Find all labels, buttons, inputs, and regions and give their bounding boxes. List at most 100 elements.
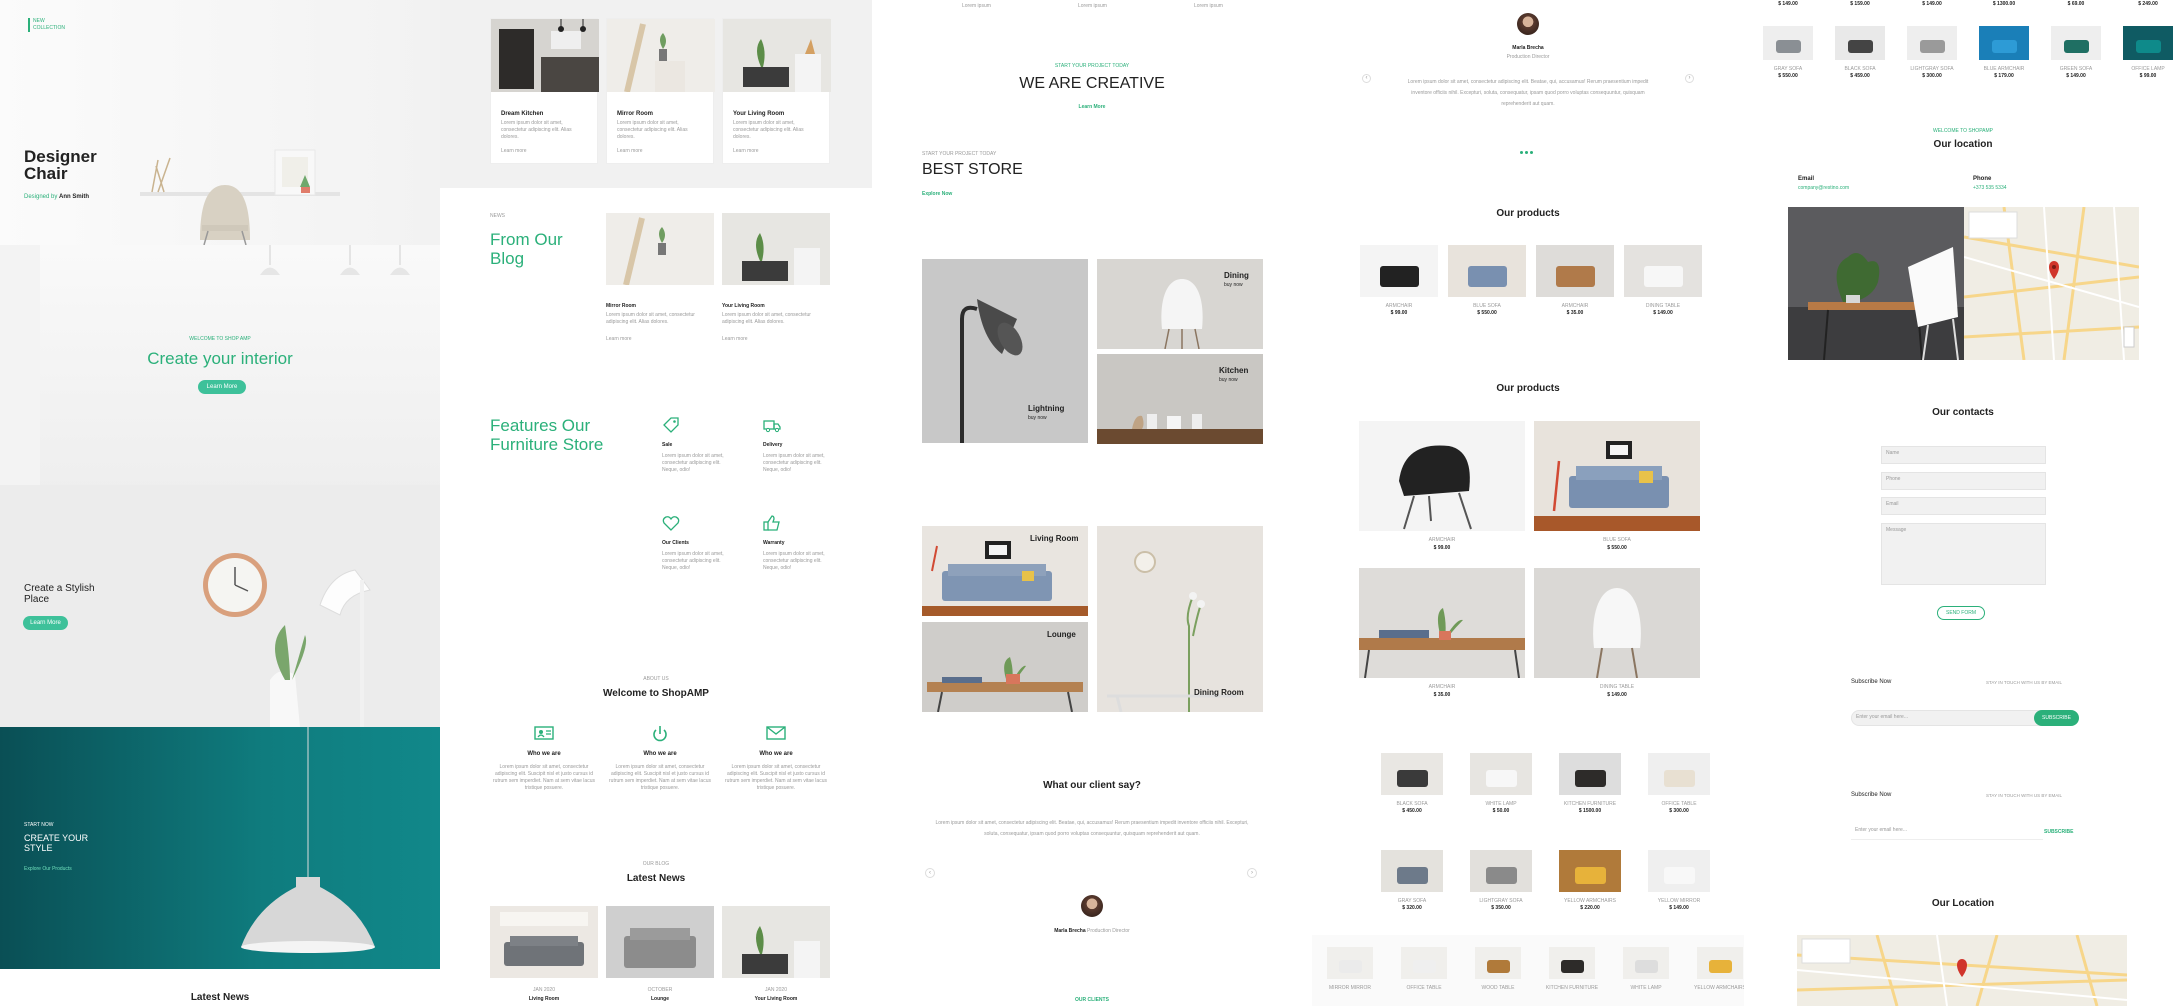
product-card[interactable]: KITCHEN FURNITURE $ 1500.00 — [1552, 753, 1628, 815]
product-card[interactable]: BLUE SOFA $ 550.00 — [1447, 245, 1527, 317]
card-link[interactable]: Learn more — [617, 148, 643, 155]
explore-products-link[interactable]: Explore Our Products — [24, 866, 72, 873]
creative-link[interactable]: Learn More — [872, 104, 1312, 111]
phone-value[interactable]: +373 535 5334 — [1973, 185, 2007, 192]
tile-kitchen[interactable]: Kitchen buy now — [1097, 354, 1263, 444]
store-link[interactable]: Explore Now — [922, 191, 952, 198]
product-card[interactable]: DINING TABLE $ 149.00 — [1623, 245, 1703, 317]
subscribe-button-1[interactable]: SUBSCRIBE — [2034, 710, 2079, 726]
product-price: $ 149.00 — [2066, 73, 2086, 79]
blog-image-2[interactable] — [722, 213, 830, 285]
news-image-3[interactable] — [722, 906, 830, 978]
card-title: Mirror Room — [617, 111, 653, 117]
card-link[interactable]: Learn more — [733, 148, 759, 155]
hero-subtitle-name[interactable]: Ann Smith — [59, 194, 89, 200]
product-card[interactable]: OFFICE TABLE $ 300.00 — [1641, 753, 1717, 815]
tile-living-room[interactable]: Living Room — [922, 526, 1088, 616]
product-card[interactable]: LIGHTGRAY SOFA $ 300.00 — [1900, 26, 1964, 80]
product-card[interactable]: OFFICE TABLE — [1392, 947, 1456, 992]
product-card[interactable]: YELLOW ARMCHAIRS — [1688, 947, 1744, 992]
top-link[interactable]: Lorem ipsum — [1194, 3, 1223, 10]
subscribe-input-2[interactable]: Enter your email here... — [1851, 824, 2043, 840]
tile-dining[interactable]: Dining buy now — [1097, 259, 1263, 349]
phone-field[interactable]: Phone — [1881, 472, 2046, 490]
feature-text: Lorem ipsum dolor sit amet, consectetur … — [763, 551, 825, 571]
top-link[interactable]: Lorem ipsum — [962, 3, 991, 10]
news-image-1[interactable] — [490, 906, 598, 978]
name-field[interactable]: Name — [1881, 446, 2046, 464]
subscribe-note-1: STAY IN TOUCH WITH US BY EMAIL — [1986, 680, 2063, 685]
top-link[interactable]: Lorem ipsum — [1078, 3, 1107, 10]
top-card-3[interactable]: Your Living Room Lorem ipsum dolor sit a… — [722, 18, 831, 164]
email-label: Email — [1798, 176, 1815, 182]
big-product-dining-table[interactable] — [1534, 568, 1700, 678]
product-card[interactable]: BLACK SOFA $ 459.00 — [1828, 26, 1892, 80]
product-card[interactable]: WHITE LAMP $ 50.00 — [1463, 753, 1539, 815]
send-form-button[interactable]: SEND FORM — [1937, 606, 1985, 620]
product-shape — [1574, 866, 1606, 884]
tile-lightning[interactable]: Lightning buy now — [922, 259, 1088, 443]
product-card[interactable]: KITCHEN FURNITURE — [1540, 947, 1604, 992]
blog-card-link[interactable]: Learn more — [606, 336, 632, 343]
subscribe-button-2[interactable]: SUBSCRIBE — [2044, 829, 2073, 836]
product-card[interactable]: OFFICE LAMP $ 99.00 — [2116, 26, 2180, 80]
product-card[interactable]: ARMCHAIR $ 35.00 — [1535, 245, 1615, 317]
quote-next-icon[interactable]: › — [1685, 74, 1694, 83]
product-card[interactable]: WHITE LAMP — [1614, 947, 1678, 992]
product-price: $ 350.00 — [1491, 905, 1511, 911]
product-card[interactable]: ARMCHAIR $ 99.00 — [1359, 245, 1439, 317]
subscribe-title-2: Subscribe Now — [1851, 792, 1892, 798]
product-shape — [1775, 39, 1801, 54]
hero-subtitle-prefix: Designed by — [24, 194, 58, 200]
product-price: $ 550.00 — [1607, 545, 1627, 551]
who-text: Lorem ipsum dolor sit amet, consectetur … — [725, 764, 827, 791]
product-card[interactable]: GRAY SOFA $ 320.00 — [1374, 850, 1450, 912]
subscribe-input-1[interactable]: Enter your email here... — [1851, 710, 2043, 726]
location-map-2[interactable] — [1797, 935, 2127, 1006]
kitchen-image — [491, 19, 599, 92]
carousel-prev-icon[interactable]: ‹ — [925, 868, 935, 878]
product-image — [1624, 245, 1702, 297]
news-label[interactable]: Lounge — [606, 996, 714, 1003]
product-name: GRAY SOFA — [1773, 66, 1803, 72]
big-product-blue-sofa[interactable] — [1534, 421, 1700, 531]
carousel-dots[interactable] — [1520, 151, 1536, 155]
top-card-1[interactable]: Dream Kitchen Lorem ipsum dolor sit amet… — [490, 18, 599, 164]
news-image-2[interactable] — [606, 906, 714, 978]
product-card[interactable]: BLACK SOFA $ 450.00 — [1374, 753, 1450, 815]
product-name: WOOD TABLE — [1481, 985, 1515, 991]
product-card[interactable]: GRAY SOFA $ 550.00 — [1756, 26, 1820, 80]
product-card[interactable]: GREEN SOFA $ 149.00 — [2044, 26, 2108, 80]
carousel-next-icon[interactable]: › — [1247, 868, 1257, 878]
living-room-image — [723, 19, 831, 92]
product-card[interactable]: WOOD TABLE — [1466, 947, 1530, 992]
big-product-armchair[interactable] — [1359, 421, 1525, 531]
product-image — [1360, 245, 1438, 297]
email-value[interactable]: company@restino.com — [1798, 185, 1849, 192]
learn-more-button[interactable]: Learn More — [198, 380, 246, 394]
client-quote: Lorem ipsum dolor sit amet, consectetur … — [935, 820, 1249, 837]
card-link[interactable]: Learn more — [501, 148, 527, 155]
our-clients-link[interactable]: OUR CLIENTS — [872, 997, 1312, 1004]
id-card-icon — [534, 726, 554, 740]
big-product-armchair-2[interactable] — [1359, 568, 1525, 678]
email-field[interactable]: Email — [1881, 497, 2046, 515]
top-price: $ 149.00 — [1922, 1, 1942, 7]
location-map[interactable] — [1964, 207, 2139, 360]
store-kicker: START YOUR PROJECT TODAY — [922, 151, 997, 157]
product-card[interactable]: LIGHTGRAY SOFA $ 350.00 — [1463, 850, 1539, 912]
news-label[interactable]: Your Living Room — [722, 996, 830, 1003]
message-field[interactable]: Message — [1881, 523, 2046, 585]
blog-card-link[interactable]: Learn more — [722, 336, 748, 343]
product-card[interactable]: MIRROR MIRROR — [1318, 947, 1382, 992]
blog-image-1[interactable] — [606, 213, 714, 285]
news-label[interactable]: Living Room — [490, 996, 598, 1003]
product-card[interactable]: YELLOW MIRROR $ 149.00 — [1641, 850, 1717, 912]
top-card-2[interactable]: Mirror Room Lorem ipsum dolor sit amet, … — [606, 18, 715, 164]
stylish-learn-more-button[interactable]: Learn More — [23, 616, 68, 630]
quote-prev-icon[interactable]: ‹ — [1362, 74, 1371, 83]
tile-lounge[interactable]: Lounge — [922, 622, 1088, 712]
product-card[interactable]: YELLOW ARMCHAIRS $ 220.00 — [1552, 850, 1628, 912]
product-card[interactable]: BLUE ARMCHAIR $ 179.00 — [1972, 26, 2036, 80]
tile-dining-room[interactable]: Dining Room — [1097, 526, 1263, 712]
